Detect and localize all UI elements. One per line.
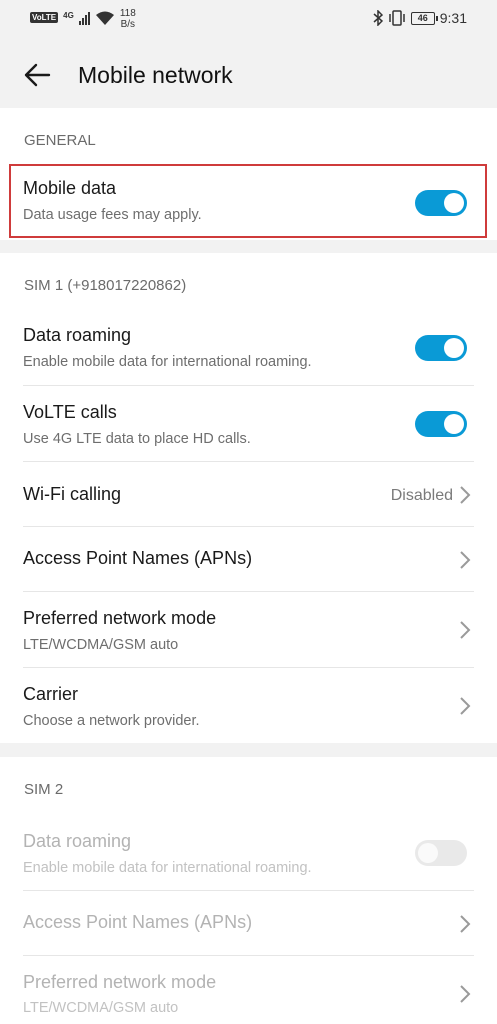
chevron-right-icon	[460, 621, 471, 639]
chevron-right-icon	[460, 697, 471, 715]
status-left: VoLTE 4G 118 B/s	[30, 8, 136, 30]
sim1-data-roaming-row[interactable]: Data roaming Enable mobile data for inte…	[0, 311, 497, 385]
status-right: 46 9:31	[373, 10, 467, 26]
carrier-title: Carrier	[23, 684, 79, 704]
page-title: Mobile network	[78, 62, 233, 88]
volte-calls-title: VoLTE calls	[23, 402, 117, 422]
section-header-general: GENERAL	[24, 132, 96, 149]
wifi-calling-value: Disabled	[390, 487, 453, 504]
sim2-data-roaming-toggle	[415, 840, 467, 866]
data-roaming-title: Data roaming	[23, 325, 132, 345]
sim1-apn-row[interactable]: Access Point Names (APNs)	[0, 527, 497, 591]
speed-value: 118	[119, 8, 136, 19]
app-bar: Mobile network	[0, 42, 497, 108]
network-generation: 4G	[63, 11, 74, 20]
signal-icon	[78, 11, 90, 25]
chevron-right-icon	[460, 915, 471, 933]
sim2-apn-title: Access Point Names (APNs)	[23, 912, 253, 932]
highlight-box	[9, 164, 487, 238]
arrow-left-icon	[24, 63, 51, 87]
sim2-section: SIM 2 Data roaming Enable mobile data fo…	[0, 757, 497, 1024]
network-mode-subtitle: LTE/WCDMA/GSM auto	[23, 637, 179, 653]
chevron-right-icon	[460, 551, 471, 569]
sim2-data-roaming-title: Data roaming	[23, 831, 132, 851]
chevron-right-icon	[460, 486, 471, 504]
speed-unit: B/s	[120, 19, 136, 30]
battery-icon: 46	[410, 11, 438, 25]
chevron-right-icon	[460, 985, 471, 1003]
sim2-data-roaming-subtitle: Enable mobile data for international roa…	[23, 860, 312, 876]
wifi-calling-row[interactable]: Wi-Fi calling Disabled	[0, 462, 497, 526]
network-speed: 118 B/s	[120, 8, 136, 30]
sim2-network-mode-subtitle: LTE/WCDMA/GSM auto	[23, 1000, 179, 1016]
sim2-data-roaming-row: Data roaming Enable mobile data for inte…	[0, 815, 497, 890]
sim1-section: SIM 1 (+918017220862) Data roaming Enabl…	[0, 253, 497, 743]
status-bar: VoLTE 4G 118 B/s 46 9:31	[0, 0, 497, 42]
volte-calls-row[interactable]: VoLTE calls Use 4G LTE data to place HD …	[0, 386, 497, 461]
network-mode-title: Preferred network mode	[23, 608, 217, 628]
sim1-network-mode-row[interactable]: Preferred network mode LTE/WCDMA/GSM aut…	[0, 592, 497, 667]
sim2-network-mode-row: Preferred network mode LTE/WCDMA/GSM aut…	[0, 956, 497, 1024]
data-roaming-subtitle: Enable mobile data for international roa…	[23, 354, 312, 370]
vibrate-icon	[389, 10, 405, 26]
back-button[interactable]	[22, 60, 52, 90]
bluetooth-icon	[373, 10, 383, 26]
sim2-apn-row: Access Point Names (APNs)	[0, 891, 497, 955]
wifi-icon	[95, 11, 114, 25]
wifi-calling-title: Wi-Fi calling	[23, 484, 122, 504]
toggle-knob	[444, 414, 464, 434]
volte-calls-subtitle: Use 4G LTE data to place HD calls.	[23, 431, 251, 447]
carrier-subtitle: Choose a network provider.	[23, 713, 200, 729]
toggle-knob	[444, 338, 464, 358]
apn-title: Access Point Names (APNs)	[23, 548, 253, 568]
volte-calls-toggle[interactable]	[415, 411, 467, 437]
sim2-network-mode-title: Preferred network mode	[23, 972, 217, 992]
section-header-sim1: SIM 1 (+918017220862)	[24, 277, 187, 294]
clock: 9:31	[439, 10, 467, 26]
carrier-row[interactable]: Carrier Choose a network provider.	[0, 668, 497, 743]
section-header-sim2: SIM 2	[24, 781, 64, 798]
sim1-data-roaming-toggle[interactable]	[415, 335, 467, 361]
volte-indicator: VoLTE	[30, 12, 59, 23]
toggle-knob	[418, 843, 438, 863]
